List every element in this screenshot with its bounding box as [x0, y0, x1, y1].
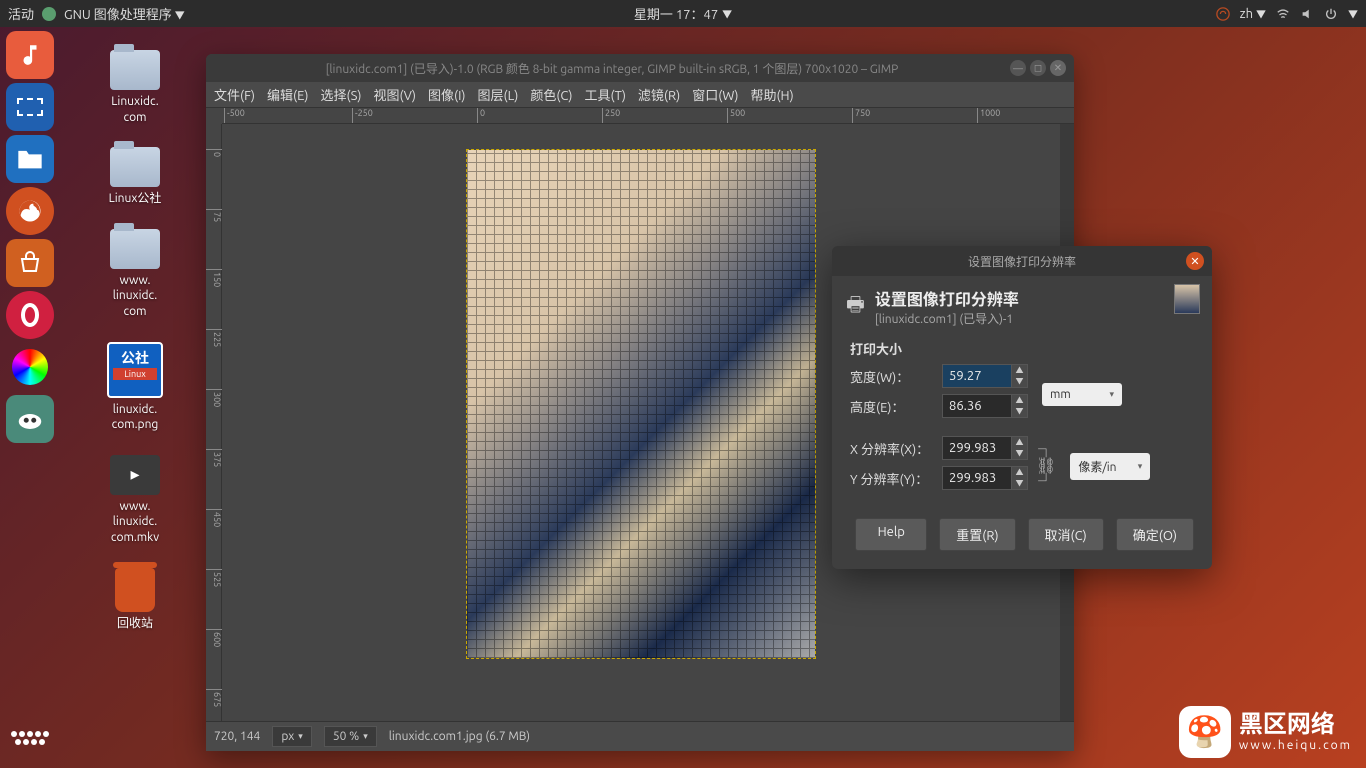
- statusbar: 720, 144 px▾ 50 %▾ linuxidc.com1.jpg (6.…: [206, 721, 1074, 751]
- desktop-folder-1[interactable]: Linuxidc.com: [90, 50, 180, 125]
- print-size-label: 打印大小: [850, 339, 1194, 358]
- desktop-image[interactable]: 公社Linuxlinuxidc.com.png: [90, 342, 180, 433]
- desktop-folder-3[interactable]: www.linuxidc.com: [90, 229, 180, 320]
- dialog-close-button[interactable]: ✕: [1186, 252, 1204, 270]
- ime-indicator[interactable]: zh ▼: [1240, 6, 1266, 21]
- height-stepper[interactable]: ▲▼: [1012, 394, 1028, 418]
- width-stepper[interactable]: ▲▼: [1012, 364, 1028, 388]
- dialog-header: 设置图像打印分辨率: [875, 286, 1019, 310]
- print-icon: 🖶: [846, 290, 865, 324]
- cancel-button[interactable]: 取消(C): [1028, 518, 1104, 551]
- dock-show-applications[interactable]: [10, 718, 50, 758]
- menu-edit[interactable]: 编辑(E): [267, 85, 308, 104]
- close-button[interactable]: ✕: [1050, 60, 1066, 76]
- watermark: 🍄 黑区网络 www.heiqu.com: [1179, 706, 1352, 758]
- yres-label: Y 分辨率(Y)：: [850, 469, 942, 488]
- dialog-titlebar[interactable]: 设置图像打印分辨率 ✕: [832, 246, 1212, 276]
- res-unit-select[interactable]: 像素/in▾: [1070, 453, 1150, 480]
- grid-overlay: [467, 150, 815, 658]
- menu-help[interactable]: 帮助(H): [750, 85, 793, 104]
- gimp-titlebar[interactable]: [linuxidc.com1] (已导入)-1.0 (RGB 颜色 8-bit …: [206, 54, 1074, 82]
- height-label: 高度(E)：: [850, 397, 942, 416]
- desktop-video[interactable]: ▸www.linuxidc.com.mkv: [90, 455, 180, 546]
- print-resolution-dialog: 设置图像打印分辨率 ✕ 🖶 设置图像打印分辨率 [linuxidc.com1] …: [832, 246, 1212, 569]
- gimp-app-icon: [42, 7, 56, 21]
- watermark-title: 黑区网络: [1239, 710, 1352, 739]
- minimize-button[interactable]: —: [1010, 60, 1026, 76]
- wifi-icon[interactable]: [1276, 7, 1290, 21]
- desktop-folder-2[interactable]: Linux公社: [90, 147, 180, 207]
- activities-button[interactable]: 活动: [8, 4, 34, 23]
- ruler-vertical[interactable]: 0 75 150 225 300 375 450 525 600 675: [206, 124, 222, 721]
- volume-icon[interactable]: [1300, 7, 1314, 21]
- zoom-selector[interactable]: 50 %▾: [324, 726, 377, 747]
- update-icon[interactable]: [1216, 7, 1230, 21]
- dock-screenshot[interactable]: [6, 83, 54, 131]
- link-chain-icon[interactable]: ┐⛓┘: [1036, 436, 1056, 496]
- system-menu-dropdown-icon[interactable]: ▼: [1348, 6, 1358, 21]
- menu-view[interactable]: 视图(V): [374, 85, 416, 104]
- xres-input[interactable]: [942, 436, 1012, 460]
- ruler-horizontal[interactable]: -500 -250 0 250 500 750 1000: [222, 108, 1074, 124]
- width-input[interactable]: [942, 364, 1012, 388]
- cursor-coords: 720, 144: [214, 730, 260, 743]
- yres-input[interactable]: [942, 466, 1012, 490]
- reset-button[interactable]: 重置(R): [939, 518, 1015, 551]
- dock-firefox[interactable]: [6, 187, 54, 235]
- help-button[interactable]: Help: [855, 518, 927, 551]
- menu-filter[interactable]: 滤镜(R): [638, 85, 680, 104]
- dock-files[interactable]: [6, 135, 54, 183]
- dock-colors[interactable]: [6, 343, 54, 391]
- menu-select[interactable]: 选择(S): [321, 85, 362, 104]
- gimp-title: [linuxidc.com1] (已导入)-1.0 (RGB 颜色 8-bit …: [214, 60, 1010, 77]
- image-content: [467, 150, 815, 658]
- desktop-icons: Linuxidc.com Linux公社 www.linuxidc.com 公社…: [90, 50, 180, 631]
- dialog-title: 设置图像打印分辨率: [968, 253, 1076, 270]
- image-thumbnail: [1174, 284, 1200, 314]
- watermark-url: www.heiqu.com: [1239, 739, 1352, 753]
- ok-button[interactable]: 确定(O): [1116, 518, 1194, 551]
- maximize-button[interactable]: ◻: [1030, 60, 1046, 76]
- menu-file[interactable]: 文件(F): [214, 85, 255, 104]
- dock: [0, 27, 60, 768]
- image-selection[interactable]: [466, 149, 816, 659]
- xres-label: X 分辨率(X)：: [850, 439, 942, 458]
- yres-stepper[interactable]: ▲▼: [1012, 466, 1028, 490]
- menu-layer[interactable]: 图层(L): [478, 85, 519, 104]
- height-input[interactable]: [942, 394, 1012, 418]
- menu-tools[interactable]: 工具(T): [585, 85, 626, 104]
- app-menu[interactable]: GNU 图像处理程序 ▼: [64, 4, 185, 23]
- desktop-trash[interactable]: 回收站: [90, 568, 180, 632]
- menu-image[interactable]: 图像(I): [428, 85, 466, 104]
- dock-gimp-active[interactable]: [6, 395, 54, 443]
- menu-window[interactable]: 窗口(W): [692, 85, 738, 104]
- gimp-menubar: 文件(F) 编辑(E) 选择(S) 视图(V) 图像(I) 图层(L) 颜色(C…: [206, 82, 1074, 108]
- file-info: linuxidc.com1.jpg (6.7 MB): [389, 730, 530, 743]
- dock-music[interactable]: [6, 31, 54, 79]
- clock[interactable]: 星期一 17：47: [634, 4, 718, 23]
- menu-color[interactable]: 颜色(C): [530, 85, 572, 104]
- power-icon[interactable]: [1324, 7, 1338, 21]
- size-unit-select[interactable]: mm▾: [1042, 383, 1122, 406]
- dock-opera[interactable]: [6, 291, 54, 339]
- notification-dropdown-icon[interactable]: ▼: [722, 6, 732, 21]
- width-label: 宽度(W)：: [850, 367, 942, 386]
- xres-stepper[interactable]: ▲▼: [1012, 436, 1028, 460]
- mushroom-icon: 🍄: [1179, 706, 1231, 758]
- top-panel: 活动 GNU 图像处理程序 ▼ 星期一 17：47 ▼ zh ▼ ▼: [0, 0, 1366, 27]
- dock-software[interactable]: [6, 239, 54, 287]
- dialog-subheader: [linuxidc.com1] (已导入)-1: [875, 310, 1019, 327]
- unit-selector[interactable]: px▾: [272, 726, 312, 747]
